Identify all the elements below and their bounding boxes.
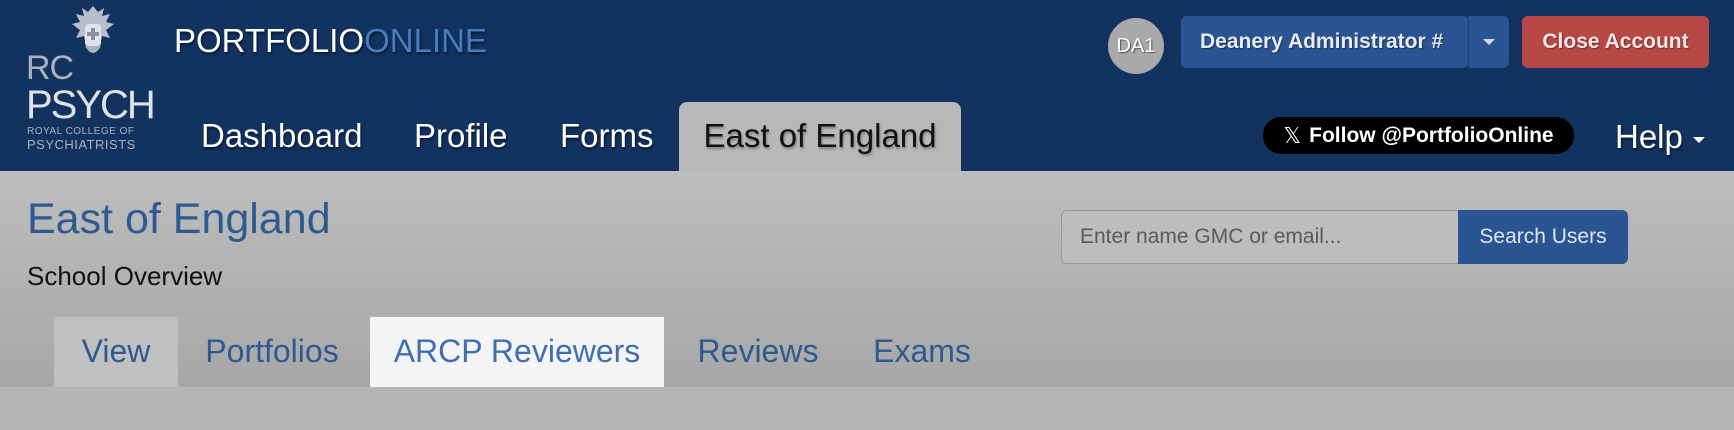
avatar[interactable]: DA1: [1108, 18, 1164, 74]
user-name-label: Deanery Administrator #: [1200, 30, 1444, 53]
brand-part-portfolio: PORTFOLIO: [174, 22, 365, 59]
tab-portfolios[interactable]: Portfolios: [198, 317, 346, 387]
logo-royal-college: ROYAL COLLEGE OF: [27, 126, 135, 137]
nav-item-east-of-england[interactable]: East of England: [679, 102, 961, 171]
page-title: East of England: [27, 195, 331, 243]
tab-arcp-reviewers[interactable]: ARCP Reviewers: [370, 317, 664, 387]
nav-item-profile[interactable]: Profile: [414, 102, 508, 171]
logo-rc: RC: [26, 49, 74, 87]
tab-exams[interactable]: Exams: [866, 317, 978, 387]
page-subtitle: School Overview: [27, 261, 223, 291]
main-content: East of England School Overview Search U…: [0, 171, 1734, 387]
help-menu[interactable]: Help: [1615, 102, 1705, 171]
top-header: RC PSYCH ROYAL COLLEGE OF PSYCHIATRISTS …: [0, 0, 1734, 171]
brand-title[interactable]: PORTFOLIOONLINE: [174, 22, 487, 60]
tab-view[interactable]: View: [54, 317, 178, 387]
search-input[interactable]: [1061, 210, 1459, 264]
follow-label: Follow @PortfolioOnline: [1309, 123, 1554, 147]
follow-button[interactable]: 𝕏 Follow @PortfolioOnline: [1263, 117, 1574, 154]
brand-part-online: ONLINE: [364, 22, 487, 59]
logo-psychiatrists: PSYCHIATRISTS: [27, 137, 136, 152]
logo-psych: PSYCH: [26, 83, 156, 127]
tab-content-area: [0, 387, 1734, 430]
x-logo-icon: 𝕏: [1283, 122, 1302, 148]
close-account-button[interactable]: Close Account: [1522, 16, 1709, 68]
rcpsych-logo[interactable]: RC PSYCH ROYAL COLLEGE OF PSYCHIATRISTS: [20, 2, 156, 152]
chevron-down-icon: [1692, 136, 1705, 143]
help-label: Help: [1615, 118, 1683, 155]
chevron-down-icon: [1483, 39, 1495, 45]
nav-item-forms[interactable]: Forms: [560, 102, 654, 171]
user-menu-button[interactable]: Deanery Administrator #: [1181, 16, 1469, 68]
user-menu-dropdown-toggle[interactable]: [1468, 16, 1509, 68]
tab-reviews[interactable]: Reviews: [690, 317, 826, 387]
search-users-button[interactable]: Search Users: [1458, 210, 1628, 264]
nav-item-dashboard[interactable]: Dashboard: [201, 102, 362, 171]
